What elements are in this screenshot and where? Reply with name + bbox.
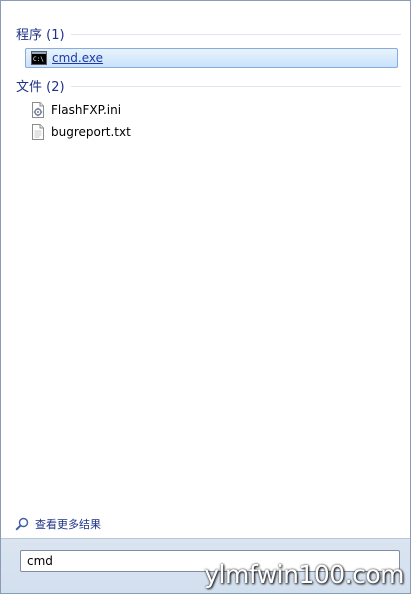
result-item-label: FlashFXP.ini: [51, 103, 122, 117]
group-divider: [70, 33, 401, 35]
group-divider: [70, 85, 401, 87]
magnifier-icon: [15, 517, 29, 531]
see-more-label: 查看更多结果: [35, 518, 101, 531]
result-item-label: bugreport.txt: [51, 125, 131, 139]
svg-text:C:\: C:\: [33, 56, 44, 63]
result-item-cmd[interactable]: C:\ cmd.exe: [25, 48, 398, 68]
start-menu-search-panel: 程序 (1) C:\ cmd.exe 文件 (2) FlashFXP.ini b…: [0, 0, 411, 594]
search-results: 程序 (1) C:\ cmd.exe 文件 (2) FlashFXP.ini b…: [5, 19, 405, 539]
group-title-programs: 程序 (1): [16, 27, 65, 43]
result-item-bugreport-txt[interactable]: bugreport.txt: [25, 122, 398, 142]
group-title-files: 文件 (2): [16, 79, 65, 95]
console-icon: C:\: [31, 50, 47, 66]
group-header-files: 文件 (2): [16, 76, 401, 95]
search-bar-area: ylmfwin100.com: [1, 538, 410, 593]
result-item-flashfxp-ini[interactable]: FlashFXP.ini: [25, 100, 398, 120]
result-item-label: cmd.exe: [52, 51, 104, 65]
config-file-icon: [30, 102, 46, 118]
group-header-programs: 程序 (1): [16, 24, 401, 43]
watermark-text: ylmfwin100.com: [204, 560, 404, 589]
text-file-icon: [30, 124, 46, 140]
see-more-results-link[interactable]: 查看更多结果: [15, 516, 101, 532]
